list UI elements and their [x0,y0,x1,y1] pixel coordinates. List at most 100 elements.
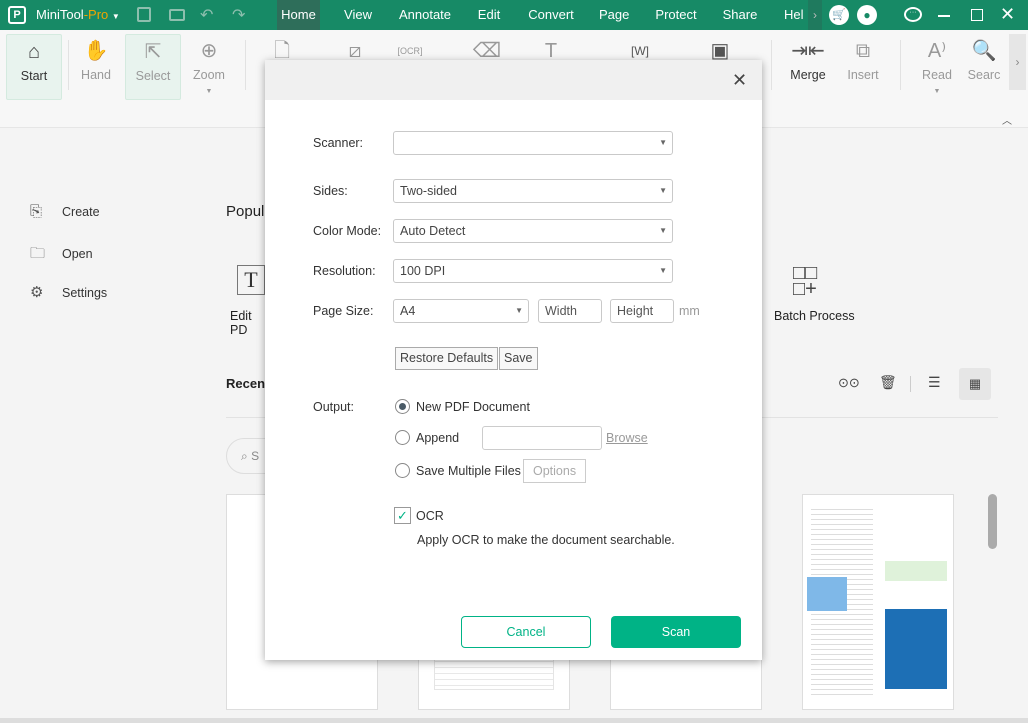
dialog-close-icon[interactable]: ✕ [732,70,747,91]
height-placeholder: Height [617,304,654,318]
cart-icon[interactable]: 🛒 [829,5,849,25]
sidebar-item-open[interactable]: 🗀 Open [30,243,93,268]
search-label: Searc [967,68,1001,82]
scanner-label: Scanner: [313,136,364,150]
tab-home[interactable]: Home [277,0,320,30]
redo-icon[interactable]: ↷ [232,5,245,25]
color-mode-value: Auto Detect [400,224,466,238]
search-button[interactable]: 🔍 Searc [962,34,1006,100]
append-radio[interactable] [395,430,410,445]
print-icon[interactable] [169,9,185,21]
title-bar: P MiniTool-Pro ▼ ↶ ↷ Home View Annotate … [0,0,1028,30]
browse-link[interactable]: Browse [606,431,648,445]
tab-edit[interactable]: Edit [474,0,504,30]
sides-select[interactable]: Two-sided ▼ [393,179,673,203]
unit-label: mm [679,304,700,318]
edit-pdf-tool[interactable]: T Edit PD [230,265,270,337]
trash-icon[interactable]: 🗑 [879,374,897,391]
gear-icon: ⚙ [30,284,44,301]
cancel-button[interactable]: Cancel [461,616,591,648]
sidebar-item-create[interactable]: ⎘ Create [30,203,100,220]
app-name[interactable]: MiniTool-Pro ▼ [36,0,120,32]
tab-convert[interactable]: Convert [526,0,576,30]
scanner-select[interactable]: ▼ [393,131,673,155]
edit-pdf-label: Edit PD [230,309,252,337]
close-window-icon[interactable]: ✕ [1000,4,1015,25]
save-multiple-label: Save Multiple Files [416,464,521,478]
page-size-select[interactable]: A4 ▼ [393,299,529,323]
chevron-down-icon[interactable]: ▼ [112,12,120,21]
divider [245,40,246,90]
dropdown-arrow-icon: ▼ [659,186,667,195]
insert-button[interactable]: ⧉ Insert [835,34,891,100]
batch-process-tool[interactable]: □□ □+ Batch Process [774,263,864,323]
dropdown-arrow-icon: ▼ [659,226,667,235]
append-file-input[interactable] [482,426,602,450]
tab-annotate[interactable]: Annotate [396,0,454,30]
output-label: Output: [313,400,354,414]
restore-defaults-button[interactable]: Restore Defaults [395,347,499,370]
merge-label: Merge [790,68,826,82]
height-input[interactable]: Height [610,299,674,323]
width-input[interactable]: Width [538,299,602,323]
toolbar-scroll-right[interactable]: › [1009,34,1026,90]
sidebar-item-settings[interactable]: ⚙ Settings [30,283,107,301]
recent-file-thumbnail[interactable] [802,494,954,710]
scan-button[interactable]: Scan [611,616,741,648]
home-icon: ⌂ [27,41,41,63]
recent-heading: Recent [226,376,270,391]
chevron-right-icon[interactable]: › [808,0,822,30]
save-multiple-radio[interactable] [395,463,410,478]
start-button[interactable]: ⌂ Start [6,34,62,100]
hand-button[interactable]: ✋ Hand [68,34,124,100]
select-button[interactable]: ⇱ Select [125,34,181,100]
save-settings-button[interactable]: Save [499,347,538,370]
vertical-scrollbar[interactable] [988,494,997,549]
tab-view[interactable]: View [340,0,376,30]
tab-share[interactable]: Share [722,0,758,30]
minimize-icon[interactable] [938,15,950,17]
tab-help[interactable]: Help [784,0,804,30]
grid-view-icon[interactable]: ▦ [959,368,991,400]
sidebar-label: Settings [62,286,108,300]
new-pdf-label: New PDF Document [416,400,530,414]
scan-dialog: ✕ Scanner: ▼ Sides: Two-sided ▼ Color Mod… [265,60,762,660]
read-button[interactable]: A⁾ Read ▼ [909,34,965,100]
ocr-description: Apply OCR to make the document searchabl… [417,533,675,547]
page-preview-banner [807,577,847,611]
undo-icon[interactable]: ↶ [200,5,213,25]
user-avatar-icon[interactable]: ● [857,5,877,25]
zoom-button[interactable]: ⊕ Zoom ▼ [181,34,237,100]
collapse-ribbon-icon[interactable]: ︿ [1002,112,1012,127]
page-preview-green [885,561,947,581]
chevron-down-icon: ▼ [205,88,213,95]
tab-page[interactable]: Page [599,0,629,30]
chevron-down-icon: ▼ [933,88,941,95]
read-mode-icon[interactable]: ⊙⊙ [838,375,860,391]
merge-icon: ⇥⇤ [791,40,825,62]
options-button[interactable]: Options [523,459,587,483]
hand-label: Hand [81,68,111,82]
cursor-icon: ⇱ [144,41,162,63]
dropdown-arrow-icon: ▼ [659,138,667,147]
tab-protect[interactable]: Protect [654,0,698,30]
color-mode-select[interactable]: Auto Detect ▼ [393,219,673,243]
color-mode-label: Color Mode: [313,224,382,238]
search-placeholder: S [251,449,260,463]
merge-button[interactable]: ⇥⇤ Merge [780,34,836,100]
maximize-icon[interactable] [971,9,983,21]
search-icon: 🔍 [971,40,997,62]
new-pdf-radio[interactable] [395,399,410,414]
select-label: Select [135,69,171,83]
sides-value: Two-sided [400,184,457,198]
app-name-text: MiniTool [36,7,84,22]
list-view-icon[interactable]: ☰ [928,374,941,391]
sides-label: Sides: [313,184,348,198]
save-icon[interactable] [137,7,151,22]
chat-icon[interactable]: ··· [904,7,922,22]
sidebar-label: Open [62,247,93,261]
resolution-value: 100 DPI [400,264,446,278]
ocr-checkbox[interactable]: ✓ [394,507,411,524]
resolution-select[interactable]: 100 DPI ▼ [393,259,673,283]
text-edit-icon: T [237,265,265,295]
